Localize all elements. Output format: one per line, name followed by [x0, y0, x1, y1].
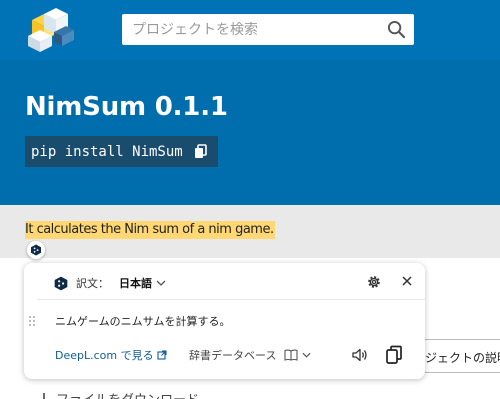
external-link-icon	[157, 350, 167, 360]
gear-icon[interactable]	[366, 274, 382, 290]
copy-icon	[195, 144, 207, 158]
dictionary-label: 辞書データベース	[189, 349, 277, 362]
dictionary-selector[interactable]: 辞書データベース	[189, 347, 311, 363]
download-icon	[43, 392, 45, 399]
open-in-deepl-label: DeepL.com で見る	[55, 349, 154, 362]
target-language-label: 訳文：	[76, 277, 109, 290]
chevron-down-icon	[302, 352, 311, 358]
pip-command-text: pip install NimSum	[31, 143, 183, 160]
copy-pip-button[interactable]	[189, 140, 213, 164]
target-language-select[interactable]: 日本語	[119, 275, 152, 291]
drag-handle-icon[interactable]	[28, 315, 36, 327]
download-files-link[interactable]: ファイルをダウンロード	[38, 389, 199, 399]
popup-divider	[37, 299, 425, 300]
pypi-logo-icon[interactable]	[24, 6, 76, 52]
package-summary: It calculates the Nim sum of a nim game.	[25, 221, 275, 239]
deepl-logo-icon	[54, 276, 68, 290]
deepl-translation-popup: 訳文： 日本語 ニムゲームのニムサムを計算する。 DeepL.com で見る 辞…	[24, 263, 425, 379]
top-navbar	[0, 0, 500, 60]
copy-translation-icon[interactable]	[385, 345, 403, 365]
search-icon[interactable]	[387, 20, 406, 39]
pip-command-box: pip install NimSum	[25, 136, 218, 167]
search-input[interactable]	[122, 14, 384, 45]
book-icon	[284, 349, 299, 361]
package-title: NimSum 0.1.1	[25, 92, 228, 122]
chevron-down-icon[interactable]	[156, 280, 166, 286]
translation-footer: DeepL.com で見る 辞書データベース	[55, 345, 415, 365]
package-header	[0, 60, 500, 205]
deepl-logo-icon	[31, 244, 41, 256]
translation-text: ニムゲームのニムサムを計算する。	[55, 315, 231, 328]
speaker-icon[interactable]	[351, 346, 369, 364]
download-files-label: ファイルをダウンロード	[56, 389, 199, 399]
close-icon[interactable]	[400, 274, 414, 288]
deepl-trigger-button[interactable]	[27, 241, 45, 259]
search-box	[122, 14, 414, 45]
translation-header: 訳文： 日本語	[54, 272, 166, 294]
open-in-deepl-link[interactable]: DeepL.com で見る	[55, 347, 167, 363]
tab-project-description[interactable]: ジェクトの説明	[413, 339, 500, 373]
